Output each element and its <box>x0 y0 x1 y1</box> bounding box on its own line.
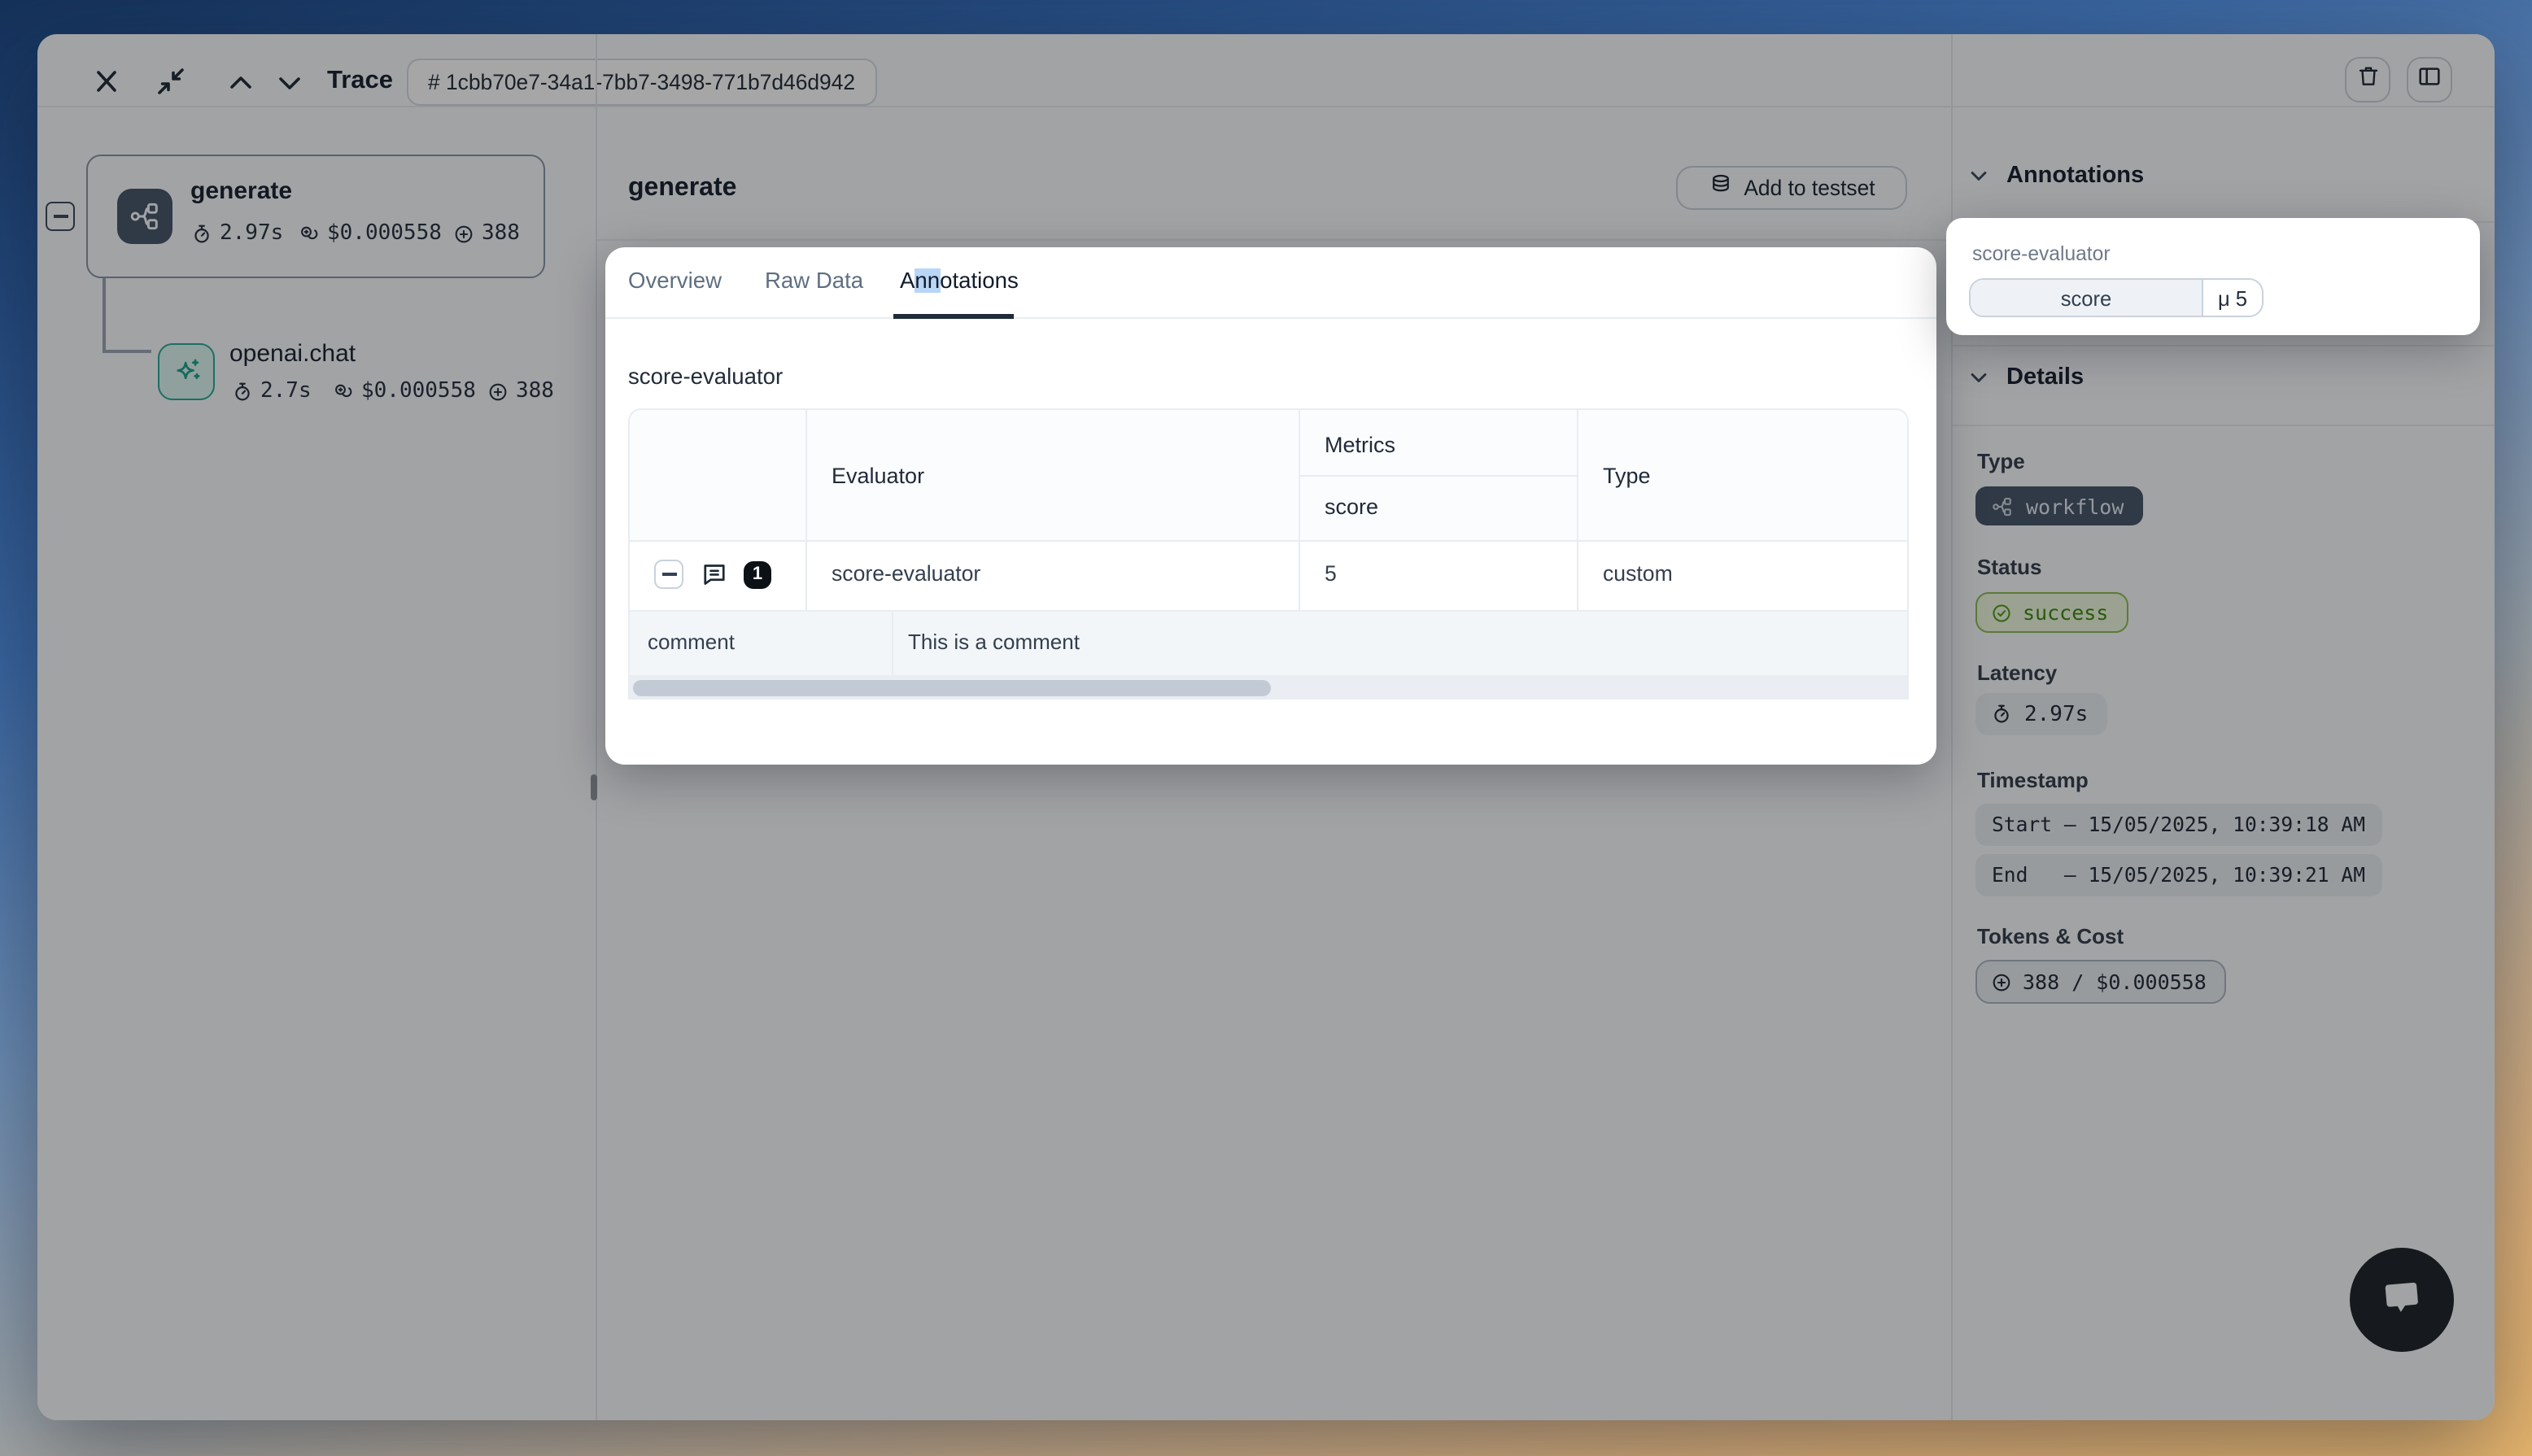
active-tab-underline <box>893 313 1014 319</box>
tab-annotations-text-tail: otations <box>940 268 1019 293</box>
comment-count: 1 <box>753 561 762 589</box>
cell-evaluator: score-evaluator <box>832 560 980 589</box>
grid-line <box>1577 410 1578 610</box>
comment-row <box>630 610 1909 675</box>
trace-window: Trace # 1cbb70e7-34a1-7bb7-3498-771b7d46… <box>37 34 2495 1420</box>
tab-overview[interactable]: Overview <box>628 267 722 296</box>
header-bottom-line <box>630 540 1909 542</box>
span-detail-card: Overview Raw Data Annotations score-eval… <box>605 247 1936 765</box>
annotation-table: Evaluator Metrics score Type <box>628 408 1909 700</box>
minus-icon <box>661 573 676 576</box>
cell-type: custom <box>1603 560 1673 589</box>
comment-count-badge: 1 <box>744 561 771 589</box>
tabs-divider <box>605 317 1936 319</box>
cell-score: 5 <box>1325 560 1337 589</box>
metric-mean-value: μ 5 <box>2203 280 2262 316</box>
grid-line <box>805 410 807 610</box>
comment-row-divider <box>892 610 893 675</box>
row-collapse-button[interactable] <box>654 560 683 589</box>
annotation-metric-pill[interactable]: score μ 5 <box>1969 278 2264 317</box>
column-header-evaluator: Evaluator <box>832 462 924 491</box>
row-comment-button[interactable] <box>700 560 729 589</box>
comment-value: This is a comment <box>908 628 1080 657</box>
comment-label: comment <box>648 628 735 657</box>
evaluator-section-title: score-evaluator <box>628 363 783 392</box>
screen: Trace # 1cbb70e7-34a1-7bb7-3498-771b7d46… <box>0 0 2532 1456</box>
tab-annotations-selected-text: nn <box>915 268 940 293</box>
tab-raw-data[interactable]: Raw Data <box>765 267 863 296</box>
column-subheader-score: score <box>1325 493 1378 522</box>
comment-icon <box>700 568 729 595</box>
table-header <box>630 410 1909 540</box>
column-header-metrics: Metrics <box>1325 431 1395 460</box>
column-header-type: Type <box>1603 462 1651 491</box>
grid-line <box>1299 410 1300 610</box>
table-hscrollbar-thumb[interactable] <box>633 680 1271 696</box>
annotation-score-card: score-evaluator score μ 5 <box>1946 218 2480 335</box>
tab-annotations-text: A <box>900 268 915 293</box>
tab-annotations[interactable]: Annotations <box>900 267 1019 296</box>
annotation-evaluator-name: score-evaluator <box>1972 241 2111 267</box>
metrics-split-line <box>1299 475 1577 477</box>
metric-name-segment: score <box>1971 280 2203 316</box>
